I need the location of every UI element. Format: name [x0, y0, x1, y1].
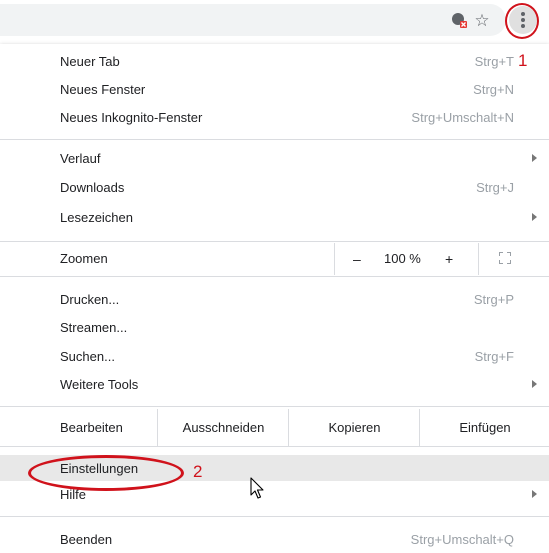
submenu-arrow-icon [532, 154, 537, 162]
menu-item-label: Beenden [60, 531, 113, 547]
annotation-circle-menu-button [505, 3, 539, 39]
annotation-number-2: 2 [193, 462, 203, 481]
menu-item-history[interactable]: Verlauf [0, 145, 549, 171]
address-bar[interactable] [0, 4, 506, 36]
menu-item-label: Verlauf [60, 150, 101, 166]
browser-toolbar: ☆ [0, 0, 549, 40]
edit-row: Bearbeiten Ausschneiden Kopieren Einfüge… [0, 409, 549, 446]
fullscreen-button[interactable] [478, 243, 549, 275]
menu-item-label: Lesezeichen [60, 209, 133, 225]
zoom-level-value: 100 % [384, 251, 421, 266]
submenu-arrow-icon [532, 490, 537, 498]
menu-item-label: Weitere Tools [60, 376, 139, 392]
menu-item-label: Neuer Tab [60, 53, 120, 69]
annotation-number-1: 1 [518, 51, 528, 70]
cut-button[interactable]: Ausschneiden [157, 409, 289, 446]
menu-item-label: Drucken... [60, 291, 120, 307]
menu-item-shortcut: Strg+Umschalt+Q [410, 531, 514, 547]
menu-item-new-tab[interactable]: Neuer Tab Strg+T [0, 48, 549, 74]
annotation-ellipse-settings [28, 455, 184, 491]
menu-item-label: Downloads [60, 179, 125, 195]
paste-button-label: Einfügen [459, 420, 511, 435]
menu-item-new-incognito-window[interactable]: Neues Inkognito-Fenster Strg+Umschalt+N [0, 104, 549, 130]
extension-icon[interactable] [449, 10, 469, 30]
menu-item-shortcut: Strg+T [474, 53, 514, 69]
menu-item-shortcut: Strg+N [473, 81, 514, 97]
edit-label: Bearbeiten [60, 420, 123, 435]
zoom-row: Zoomen – 100 % + [0, 243, 549, 275]
menu-separator [0, 406, 549, 407]
menu-item-label: Neues Fenster [60, 81, 146, 97]
mouse-cursor-icon [250, 477, 264, 499]
menu-separator [0, 241, 549, 242]
menu-item-downloads[interactable]: Downloads Strg+J [0, 174, 549, 200]
zoom-out-button[interactable]: – [353, 251, 361, 267]
menu-separator [0, 516, 549, 517]
menu-item-shortcut: Strg+Umschalt+N [411, 109, 514, 125]
menu-item-more-tools[interactable]: Weitere Tools [0, 371, 549, 397]
copy-button[interactable]: Kopieren [288, 409, 420, 446]
menu-item-shortcut: Strg+F [474, 348, 514, 364]
submenu-arrow-icon [532, 380, 537, 388]
menu-item-exit[interactable]: Beenden Strg+Umschalt+Q [0, 526, 549, 552]
menu-item-print[interactable]: Drucken... Strg+P [0, 286, 549, 312]
menu-item-cast[interactable]: Streamen... [0, 314, 549, 340]
menu-separator [0, 446, 549, 447]
paste-button[interactable]: Einfügen [419, 409, 549, 446]
submenu-arrow-icon [532, 213, 537, 221]
menu-item-bookmarks[interactable]: Lesezeichen [0, 204, 549, 230]
menu-separator [0, 276, 549, 277]
copy-button-label: Kopieren [328, 420, 381, 435]
menu-item-shortcut: Strg+P [473, 291, 514, 307]
menu-item-label: Streamen... [60, 319, 128, 335]
zoom-in-button[interactable]: + [445, 251, 453, 267]
menu-item-new-window[interactable]: Neues Fenster Strg+N [0, 76, 549, 102]
menu-item-label: Neues Inkognito-Fenster [60, 109, 203, 125]
menu-item-find[interactable]: Suchen... Strg+F [0, 343, 549, 369]
cut-button-label: Ausschneiden [182, 420, 265, 435]
menu-separator [0, 139, 549, 140]
menu-item-shortcut: Strg+J [476, 179, 514, 195]
bookmark-star-icon[interactable]: ☆ [472, 10, 492, 30]
zoom-label: Zoomen [60, 251, 108, 266]
extension-icon-graphic [452, 13, 467, 28]
menu-item-label: Suchen... [60, 348, 115, 364]
fullscreen-icon [499, 252, 511, 264]
